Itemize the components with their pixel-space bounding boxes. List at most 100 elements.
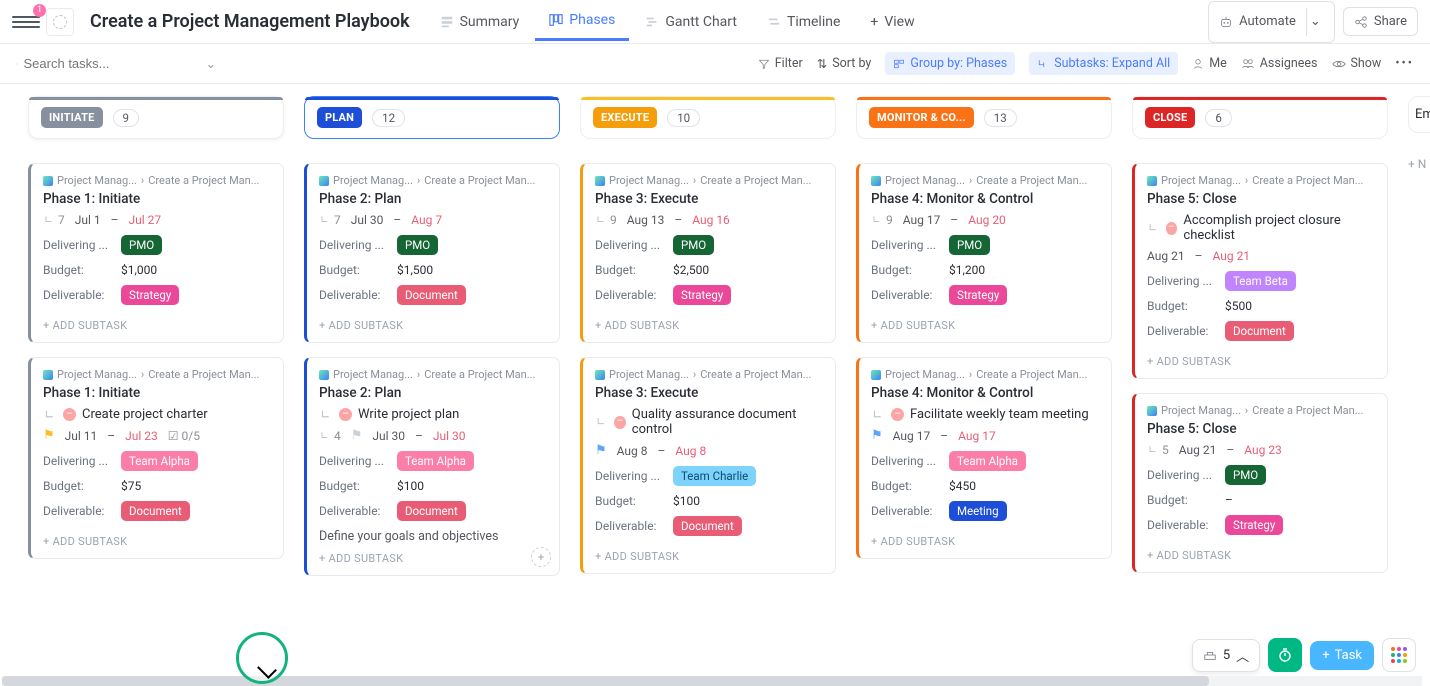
checklist-count[interactable]: ☑ 0/5	[168, 429, 200, 443]
subtask-count[interactable]: 9	[595, 213, 617, 227]
deliverable-tag[interactable]: Document	[121, 501, 190, 521]
start-date[interactable]: Aug 17	[893, 429, 931, 443]
column-header[interactable]: Em	[1408, 96, 1430, 133]
tab-summary[interactable]: Summary	[426, 2, 534, 41]
end-date[interactable]: Jul 30	[433, 429, 466, 443]
start-date[interactable]: Aug 17	[903, 213, 941, 227]
apps-button[interactable]	[1382, 638, 1416, 672]
column-header[interactable]: EXECUTE 10	[580, 96, 836, 139]
column-header[interactable]: PLAN 12	[304, 96, 560, 139]
start-date[interactable]: Aug 21	[1179, 443, 1217, 457]
deliverable-tag[interactable]: Strategy	[1225, 515, 1283, 535]
subtasks-button[interactable]: Subtasks: Expand All	[1029, 52, 1178, 75]
show-button[interactable]: Show	[1332, 56, 1382, 71]
add-subtask-button[interactable]: + ADD SUBTASK	[1147, 543, 1375, 564]
subtask-count[interactable]: 9	[871, 213, 893, 227]
team-tag[interactable]: Team Alpha	[949, 451, 1026, 471]
subtask-count[interactable]: 4	[319, 429, 341, 443]
assignees-button[interactable]: Assignees	[1241, 56, 1318, 71]
flag-icon[interactable]: ⚑	[351, 428, 363, 443]
team-tag[interactable]: Team Charlie	[673, 466, 756, 486]
subtask-count[interactable]: 7	[43, 213, 65, 227]
deliverable-tag[interactable]: Strategy	[673, 285, 731, 305]
add-subtask-button[interactable]: + ADD SUBTASK	[871, 529, 1099, 550]
task-card[interactable]: Project Manag...›Create a Project Man...…	[856, 163, 1112, 343]
task-card[interactable]: Project Manag...›Create a Project Man...…	[304, 357, 560, 576]
end-date[interactable]: Aug 20	[968, 213, 1006, 227]
task-card[interactable]: Project Manag...›Create a Project Man...…	[28, 163, 284, 343]
breadcrumb[interactable]: Project Manag...›Create a Project Man...	[595, 174, 823, 187]
column-header[interactable]: INITIATE 9	[28, 96, 284, 139]
list-icon[interactable]	[46, 8, 74, 36]
team-tag[interactable]: Team Alpha	[121, 451, 198, 471]
end-date[interactable]: Jul 23	[125, 429, 158, 443]
add-subtask-button[interactable]: + ADD SUBTASK	[43, 529, 271, 550]
team-tag[interactable]: PMO	[673, 235, 714, 255]
filter-button[interactable]: Filter	[758, 56, 803, 71]
flag-icon[interactable]: ⚑	[871, 428, 883, 443]
task-card[interactable]: Project Manag...›Create a Project Man...…	[580, 163, 836, 343]
team-tag[interactable]: PMO	[397, 235, 438, 255]
start-date[interactable]: Aug 8	[617, 444, 648, 458]
page-title[interactable]: Create a Project Management Playbook	[90, 11, 410, 32]
end-date[interactable]: Aug 16	[692, 213, 730, 227]
me-button[interactable]: Me	[1192, 56, 1227, 71]
task-card[interactable]: Project Manag...›Create a Project Man...…	[28, 357, 284, 559]
board[interactable]: INITIATE 9 Project Manag...›Create a Pro…	[0, 84, 1430, 686]
column-header[interactable]: MONITOR & CO... 13	[856, 96, 1112, 139]
assign-button[interactable]: +	[531, 547, 551, 567]
breadcrumb[interactable]: Project Manag...›Create a Project Man...	[1147, 174, 1375, 187]
breadcrumb[interactable]: Project Manag...›Create a Project Man...	[595, 368, 823, 381]
breadcrumb[interactable]: Project Manag...›Create a Project Man...	[319, 174, 547, 187]
record-button[interactable]	[1268, 638, 1302, 672]
task-card[interactable]: Project Manag...›Create a Project Man...…	[856, 357, 1112, 559]
start-date[interactable]: Aug 21	[1147, 249, 1185, 263]
search-input[interactable]: ⌄	[16, 56, 216, 72]
end-date[interactable]: Aug 7	[411, 213, 442, 227]
start-date[interactable]: Jul 11	[65, 429, 98, 443]
task-card[interactable]: Project Manag...›Create a Project Man...…	[304, 163, 560, 343]
team-tag[interactable]: PMO	[121, 235, 162, 255]
add-subtask-button[interactable]: + ADD SUBTASK	[1147, 349, 1375, 370]
deliverable-tag[interactable]: Strategy	[949, 285, 1007, 305]
add-new-button[interactable]: + N	[1408, 157, 1430, 171]
add-subtask-button[interactable]: + ADD SUBTASK	[43, 313, 271, 334]
subtask-count[interactable]: 7	[319, 213, 341, 227]
end-date[interactable]: Jul 27	[129, 213, 162, 227]
breadcrumb[interactable]: Project Manag...›Create a Project Man...	[871, 174, 1099, 187]
tray-button[interactable]: 5 ︿	[1192, 639, 1260, 672]
deliverable-tag[interactable]: Strategy	[121, 285, 179, 305]
sortby-button[interactable]: ⇅Sort by	[817, 56, 872, 72]
groupby-button[interactable]: Group by: Phases	[885, 52, 1015, 75]
deliverable-tag[interactable]: Document	[673, 516, 742, 536]
subtask-count[interactable]: 5	[1147, 443, 1169, 457]
start-date[interactable]: Jul 30	[372, 429, 405, 443]
share-button[interactable]: Share	[1343, 7, 1418, 36]
end-date[interactable]: Aug 23	[1244, 443, 1282, 457]
start-date[interactable]: Jul 30	[351, 213, 384, 227]
add-subtask-button[interactable]: + ADD SUBTASK	[595, 313, 823, 334]
menu-icon[interactable]: 1	[12, 8, 40, 36]
tab-timeline[interactable]: Timeline	[753, 2, 854, 41]
column-header[interactable]: CLOSE 6	[1132, 96, 1388, 139]
horizontal-scrollbar[interactable]	[2, 676, 1422, 686]
team-tag[interactable]: PMO	[1225, 465, 1266, 485]
team-tag[interactable]: Team Alpha	[397, 451, 474, 471]
add-subtask-button[interactable]: + ADD SUBTASK	[319, 313, 547, 334]
breadcrumb[interactable]: Project Manag...›Create a Project Man...	[1147, 404, 1375, 417]
task-card[interactable]: Project Manag...›Create a Project Man...…	[580, 357, 836, 574]
task-card[interactable]: Project Manag...›Create a Project Man...…	[1132, 393, 1388, 573]
tab-gantt[interactable]: Gantt Chart	[631, 2, 751, 41]
chevron-down-icon[interactable]: ⌄	[1306, 8, 1324, 36]
tab-phases[interactable]: Phases	[535, 2, 629, 41]
team-tag[interactable]: Team Beta	[1225, 271, 1296, 291]
more-icon[interactable]: •••	[1395, 56, 1414, 71]
tab-add-view[interactable]: + View	[856, 2, 928, 41]
deliverable-tag[interactable]: Document	[1225, 321, 1294, 341]
task-card[interactable]: Project Manag...›Create a Project Man...…	[1132, 163, 1388, 379]
flag-icon[interactable]: ⚑	[595, 443, 607, 458]
start-date[interactable]: Jul 1	[75, 213, 101, 227]
end-date[interactable]: Aug 8	[675, 444, 706, 458]
add-subtask-button[interactable]: + ADD SUBTASK	[319, 546, 547, 567]
breadcrumb[interactable]: Project Manag...›Create a Project Man...	[871, 368, 1099, 381]
